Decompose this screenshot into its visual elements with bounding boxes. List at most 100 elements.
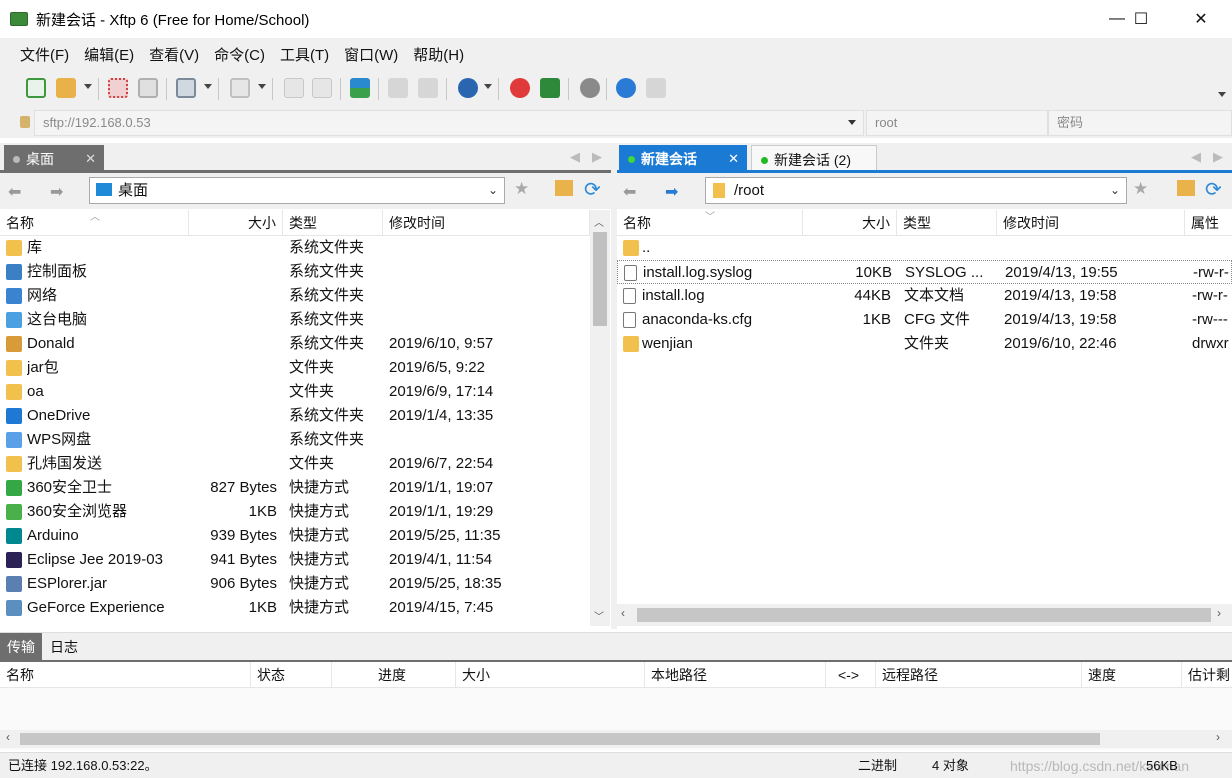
help-icon[interactable] <box>616 78 636 98</box>
menu-view[interactable]: 查看(V) <box>149 44 199 65</box>
toolbar-overflow-caret-icon[interactable] <box>1218 92 1226 97</box>
left-path-input[interactable]: 桌面 ⌄ <box>89 177 505 204</box>
col-transfer-size[interactable]: 大小 <box>456 662 645 688</box>
open-dropdown-caret-icon[interactable] <box>84 84 92 89</box>
properties-dropdown-caret-icon[interactable] <box>204 84 212 89</box>
close-tab-icon[interactable]: ✕ <box>85 145 96 173</box>
settings-gear-icon[interactable] <box>580 78 600 98</box>
menu-file[interactable]: 文件(F) <box>20 44 69 65</box>
home-folder-icon[interactable] <box>555 180 573 196</box>
tab-session-active[interactable]: 新建会话 ✕ <box>619 145 747 173</box>
scroll-right-icon[interactable]: › <box>1216 730 1220 744</box>
col-eta[interactable]: 估计剩 <box>1182 662 1232 688</box>
tab-scroll-left-icon[interactable]: ◀ <box>1191 149 1201 165</box>
path-dropdown-icon[interactable]: ⌄ <box>488 178 498 203</box>
list-item[interactable]: OneDrive 系统文件夹 2019/1/4, 13:35 <box>0 404 590 428</box>
col-direction[interactable]: <-> <box>826 662 876 688</box>
col-type[interactable]: 类型 <box>283 210 383 236</box>
list-item[interactable]: jar包 文件夹 2019/6/5, 9:22 <box>0 356 590 380</box>
disconnect-icon[interactable] <box>138 78 158 98</box>
list-item[interactable]: 这台电脑 系统文件夹 <box>0 308 590 332</box>
globe-icon[interactable] <box>458 78 478 98</box>
col-modified[interactable]: 修改时间 <box>383 210 590 236</box>
forward-arrow-icon[interactable]: ➡ <box>665 182 678 202</box>
globe-dropdown-caret-icon[interactable] <box>484 84 492 89</box>
tab-session-2[interactable]: 新建会话 (2) <box>751 145 877 173</box>
xshell-icon[interactable] <box>510 78 530 98</box>
menu-help[interactable]: 帮助(H) <box>413 44 464 65</box>
favorite-star-icon[interactable]: ★ <box>514 179 529 199</box>
col-transfer-progress[interactable]: 进度 <box>332 662 456 688</box>
copy-icon[interactable] <box>388 78 408 98</box>
right-hscroll-thumb[interactable] <box>637 608 1211 622</box>
scroll-right-icon[interactable]: › <box>1217 606 1221 620</box>
list-item[interactable]: 网络 系统文件夹 <box>0 284 590 308</box>
scroll-left-icon[interactable]: ‹ <box>6 730 10 744</box>
tab-scroll-left-icon[interactable]: ◀ <box>570 149 580 165</box>
list-item[interactable]: 360安全卫士 827 Bytes 快捷方式 2019/1/1, 19:07 <box>0 476 590 500</box>
right-path-input[interactable]: /root ⌄ <box>705 177 1127 204</box>
terminal-icon[interactable] <box>230 78 250 98</box>
menu-edit[interactable]: 编辑(E) <box>84 44 134 65</box>
paste-icon[interactable] <box>418 78 438 98</box>
tab-desktop[interactable]: 桌面 ✕ <box>4 145 104 173</box>
list-item[interactable]: anaconda-ks.cfg 1KB CFG 文件 2019/4/13, 19… <box>617 308 1232 332</box>
list-item[interactable]: install.log.syslog 10KB SYSLOG ... 2019/… <box>617 260 1232 284</box>
transfer-hscroll-thumb[interactable] <box>20 733 1100 745</box>
col-modified[interactable]: 修改时间 <box>997 210 1185 236</box>
open-folder-icon[interactable] <box>56 78 76 98</box>
list-item[interactable]: Eclipse Jee 2019-03 941 Bytes 快捷方式 2019/… <box>0 548 590 572</box>
list-item[interactable]: install.log 44KB 文本文档 2019/4/13, 19:58 -… <box>617 284 1232 308</box>
col-remote-path[interactable]: 远程路径 <box>876 662 1082 688</box>
xftp-icon[interactable] <box>540 78 560 98</box>
list-item[interactable]: WPS网盘 系统文件夹 <box>0 428 590 452</box>
list-item[interactable]: 孔炜国发送 文件夹 2019/6/7, 22:54 <box>0 452 590 476</box>
list-item[interactable]: 360安全浏览器 1KB 快捷方式 2019/1/1, 19:29 <box>0 500 590 524</box>
host-input[interactable]: sftp://192.168.0.53 <box>34 110 864 136</box>
scroll-left-icon[interactable]: ‹ <box>621 606 625 620</box>
left-scroll-thumb[interactable] <box>593 232 607 326</box>
left-vertical-scrollbar[interactable]: ︿ ﹀ <box>590 210 610 626</box>
home-folder-icon[interactable] <box>1177 180 1195 196</box>
tab-log[interactable]: 日志 <box>50 633 78 661</box>
tab-scroll-right-icon[interactable]: ▶ <box>1213 149 1223 165</box>
list-item[interactable]: 控制面板 系统文件夹 <box>0 260 590 284</box>
menu-window[interactable]: 窗口(W) <box>344 44 398 65</box>
scroll-up-icon[interactable]: ︿ <box>594 214 604 229</box>
host-dropdown-caret-icon[interactable] <box>848 120 856 125</box>
forward-arrow-icon[interactable]: ➡ <box>50 182 63 202</box>
close-tab-icon[interactable]: ✕ <box>728 145 739 173</box>
tab-transfer[interactable]: 传输 <box>0 633 42 661</box>
col-local-path[interactable]: 本地路径 <box>645 662 826 688</box>
col-size[interactable]: 大小 <box>803 210 897 236</box>
col-transfer-status[interactable]: 状态 <box>251 662 332 688</box>
properties-icon[interactable] <box>176 78 196 98</box>
chat-icon[interactable] <box>646 78 666 98</box>
list-item[interactable]: GeForce Experience 1KB 快捷方式 2019/4/15, 7… <box>0 596 590 620</box>
download-icon[interactable] <box>312 78 332 98</box>
transfer-horizontal-scrollbar[interactable]: ‹ › <box>0 730 1232 748</box>
maximize-button[interactable]: ☐ <box>1118 0 1164 38</box>
col-transfer-name[interactable]: 名称 <box>0 662 251 688</box>
favorite-star-icon[interactable]: ★ <box>1133 179 1148 199</box>
refresh-icon[interactable]: ⟳ <box>1205 177 1222 202</box>
col-type[interactable]: 类型 <box>897 210 997 236</box>
back-arrow-icon[interactable]: ⬅ <box>623 182 636 202</box>
list-item[interactable]: Donald 系统文件夹 2019/6/10, 9:57 <box>0 332 590 356</box>
col-speed[interactable]: 速度 <box>1082 662 1182 688</box>
back-arrow-icon[interactable]: ⬅ <box>8 182 21 202</box>
menu-tools[interactable]: 工具(T) <box>280 44 329 65</box>
terminal-dropdown-caret-icon[interactable] <box>258 84 266 89</box>
menu-command[interactable]: 命令(C) <box>214 44 265 65</box>
right-horizontal-scrollbar[interactable]: ‹ › <box>617 604 1232 626</box>
password-input[interactable]: 密码 <box>1048 110 1232 136</box>
list-item[interactable]: oa 文件夹 2019/6/9, 17:14 <box>0 380 590 404</box>
refresh-icon[interactable]: ⟳ <box>584 177 601 202</box>
col-attributes[interactable]: 属性 <box>1185 210 1232 236</box>
list-item[interactable]: ESPlorer.jar 906 Bytes 快捷方式 2019/5/25, 1… <box>0 572 590 596</box>
list-item[interactable]: Arduino 939 Bytes 快捷方式 2019/5/25, 11:35 <box>0 524 590 548</box>
username-input[interactable]: root <box>866 110 1048 136</box>
upload-icon[interactable] <box>284 78 304 98</box>
tab-scroll-right-icon[interactable]: ▶ <box>592 149 602 165</box>
close-button[interactable]: ✕ <box>1178 0 1224 38</box>
